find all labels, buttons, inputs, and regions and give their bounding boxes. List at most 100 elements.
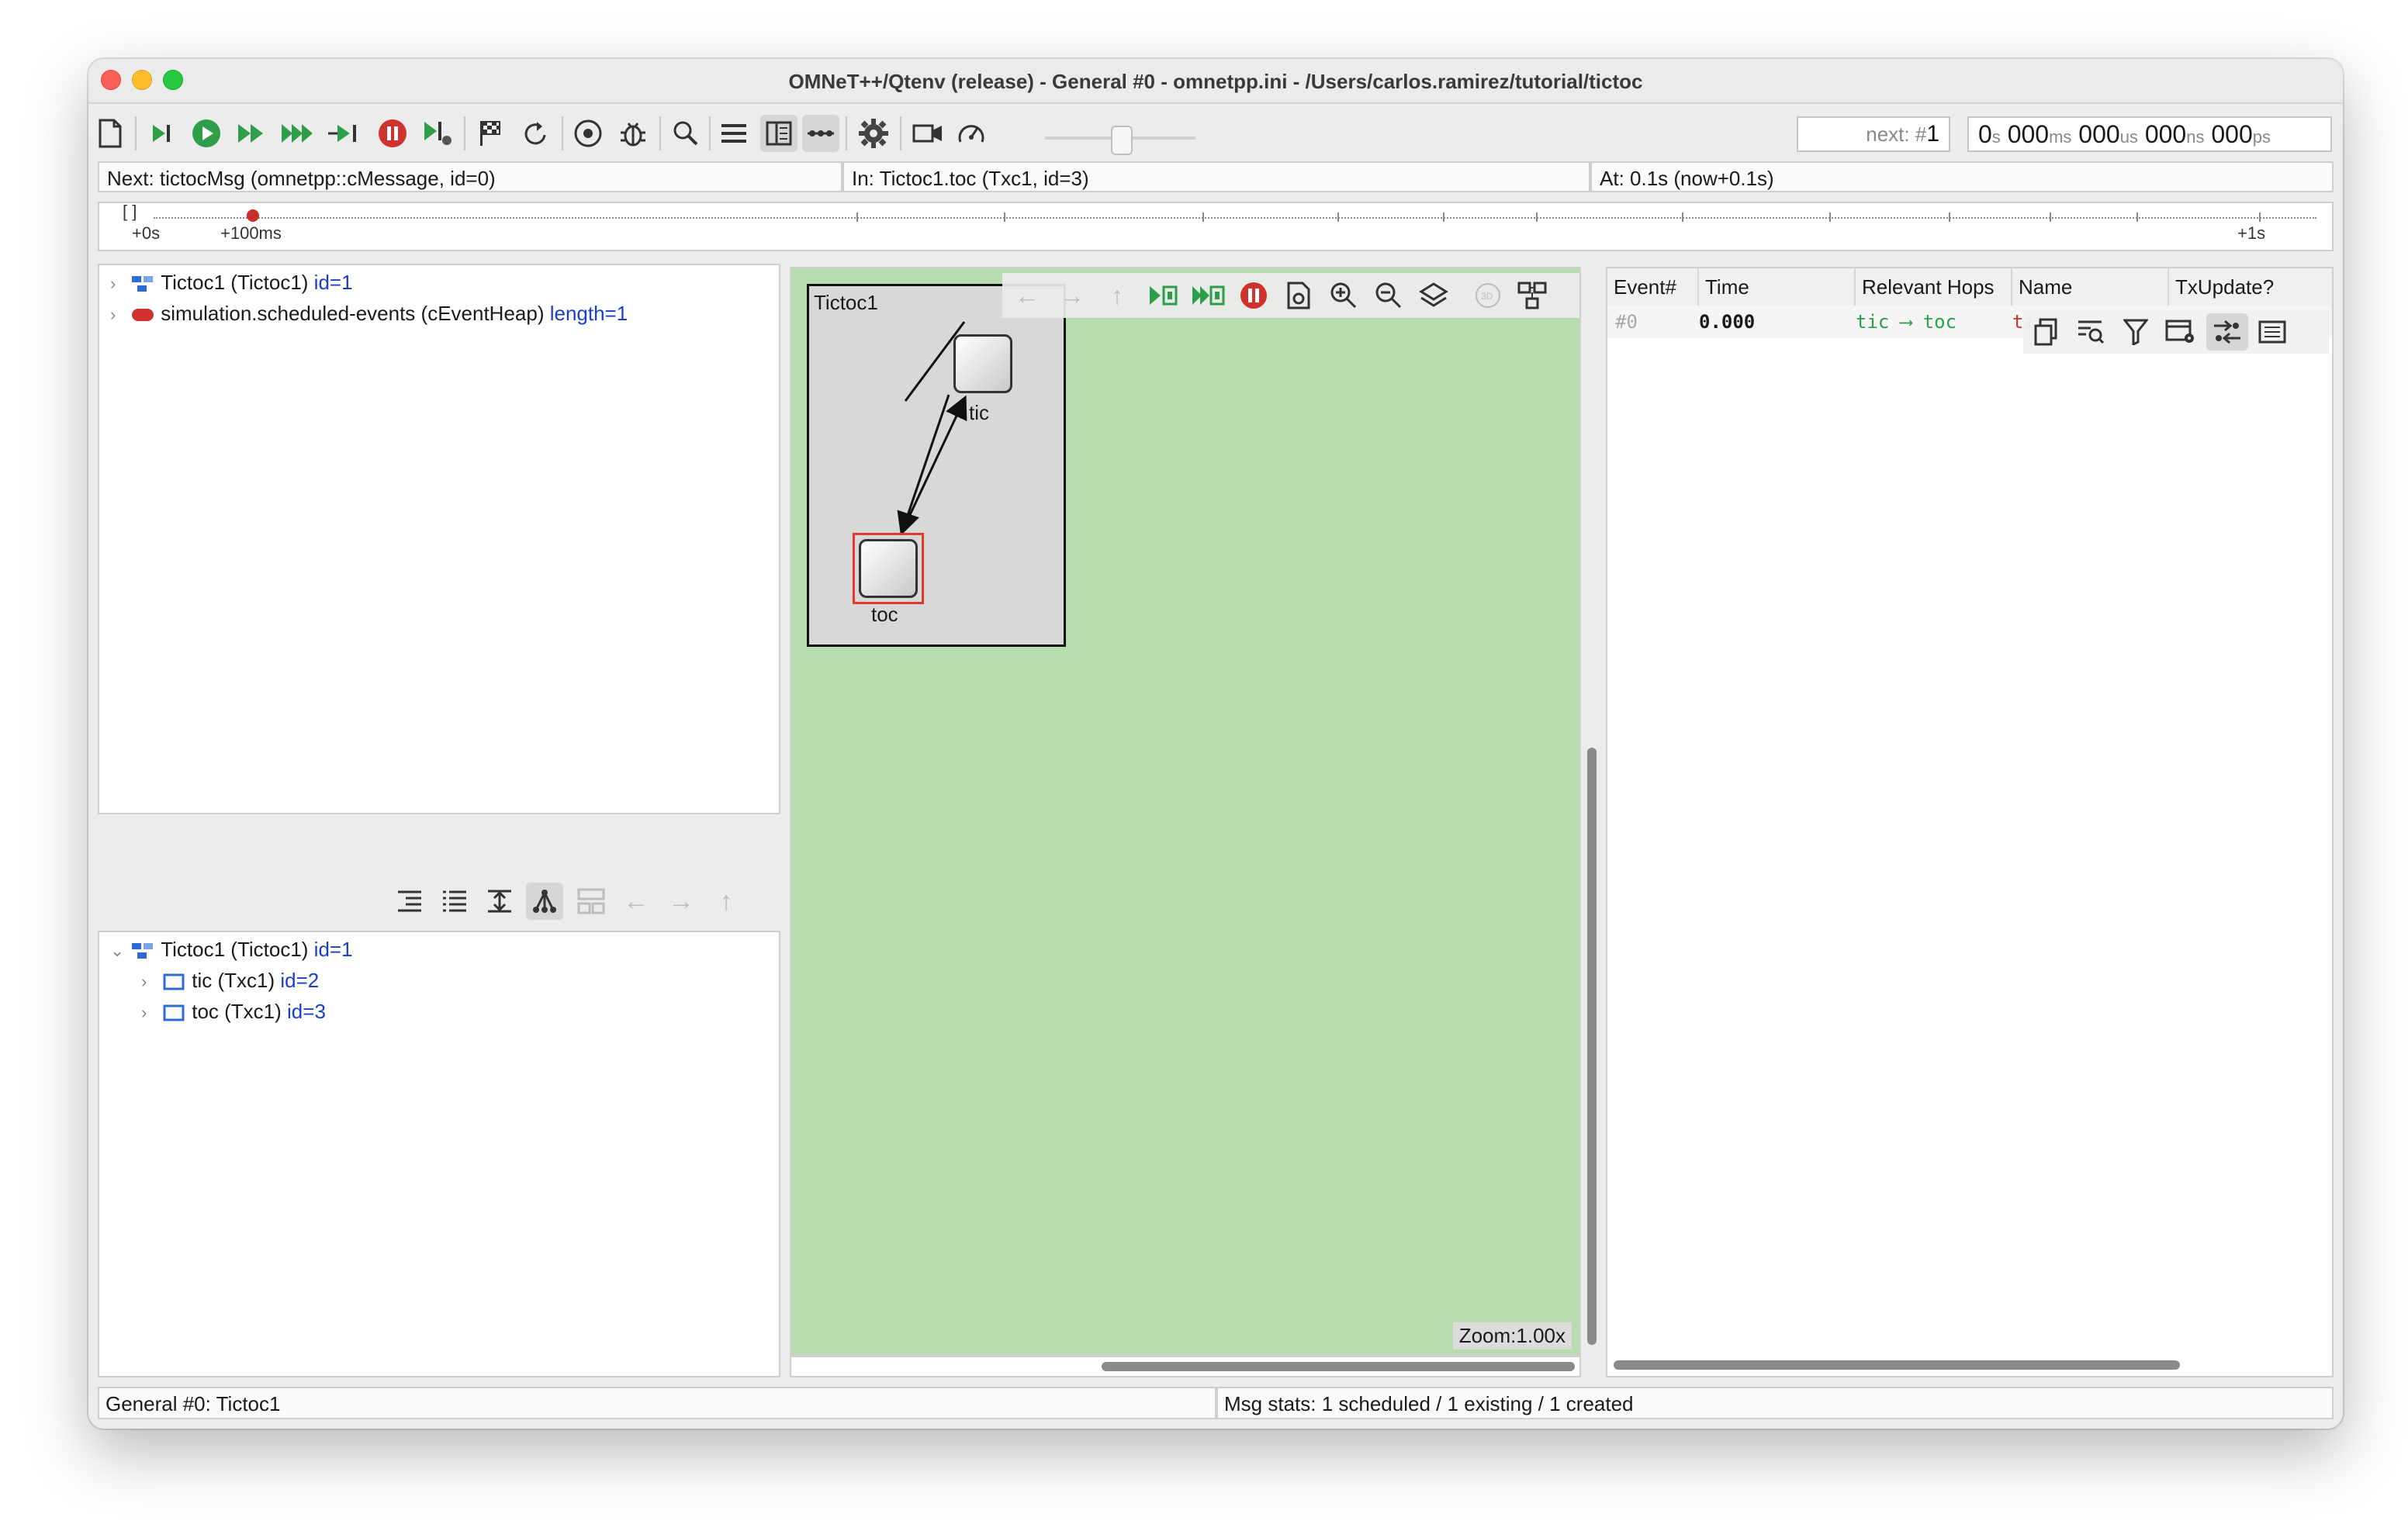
layout-split-icon[interactable]	[760, 115, 797, 152]
event-time: 0.000	[1699, 311, 1756, 333]
svg-text:3D: 3D	[1481, 291, 1493, 302]
event-number: #0	[1615, 311, 1638, 333]
canvas-horizontal-scrollbar[interactable]	[790, 1356, 1581, 1377]
status-msg-stats: Msg stats: 1 scheduled / 1 existing / 1 …	[1216, 1387, 2334, 1419]
express-run-icon[interactable]	[279, 115, 317, 152]
record-event-icon[interactable]	[569, 115, 607, 152]
layout-horizontal-icon[interactable]	[802, 115, 839, 152]
tree-item-scheduled-events[interactable]: › simulation.scheduled-events (cEventHea…	[110, 299, 628, 327]
connection-arrow	[897, 321, 967, 536]
chevron-right-icon[interactable]: ›	[141, 968, 157, 996]
run-icon[interactable]	[188, 115, 225, 152]
sort-icon[interactable]	[481, 883, 518, 920]
stop-icon[interactable]	[374, 115, 411, 152]
next-event-number: next: #1	[1797, 116, 1950, 152]
tree-mode-icon[interactable]	[526, 883, 563, 920]
toc-node-label: toc	[871, 603, 898, 626]
chevron-right-icon[interactable]: ›	[110, 301, 126, 329]
forward-arrow-icon[interactable]: →	[1052, 276, 1092, 315]
grid-view-icon[interactable]	[573, 883, 610, 920]
video-record-icon[interactable]	[909, 115, 946, 152]
chevron-right-icon[interactable]: ›	[141, 999, 157, 1027]
event-log-toolbar	[2023, 310, 2329, 354]
event-timeline[interactable]: [ ] +0s +100ms +1s	[98, 202, 2334, 251]
toc-node[interactable]	[859, 539, 918, 598]
up-arrow-icon[interactable]: ↑	[1097, 276, 1137, 315]
event-log-panel: Event# Time Relevant Hops Name TxUpdate?…	[1606, 267, 2334, 1377]
show-timeline-icon[interactable]	[715, 115, 752, 152]
object-inspector-panel: › Tictoc1 (Tictoc1) id=1 › simulation.sc…	[98, 264, 780, 814]
chevron-down-icon[interactable]: ⌄	[110, 937, 126, 965]
zoom-out-icon[interactable]	[1368, 276, 1409, 315]
fast-run-local-icon[interactable]	[1188, 276, 1229, 315]
finish-flag-icon[interactable]	[472, 115, 509, 152]
forward-arrow-icon[interactable]: →	[663, 883, 700, 920]
object-tree-toolbar: ← → ↑	[98, 875, 867, 931]
column-name[interactable]: Name	[2012, 268, 2169, 306]
next-module-info: In: Tictoc1.toc (Txc1, id=3)	[842, 161, 1590, 192]
list-view-icon[interactable]	[436, 883, 473, 920]
timeline-label-end: +1s	[2237, 223, 2266, 243]
layers-icon[interactable]	[1413, 276, 1454, 315]
zoom-level: Zoom:1.00x	[1452, 1322, 1572, 1350]
tree-item-toc[interactable]: › toc (Txc1) id=3	[141, 997, 326, 1025]
filter-icon[interactable]	[2115, 313, 2157, 351]
settings-gear-icon[interactable]	[855, 115, 892, 152]
debug-next-icon[interactable]	[419, 115, 456, 152]
stop-local-icon[interactable]	[1233, 276, 1274, 315]
collapse-all-icon[interactable]	[391, 883, 428, 920]
event-log-horizontal-scrollbar[interactable]	[1607, 1354, 2332, 1376]
column-time[interactable]: Time	[1699, 268, 1856, 306]
rebuild-icon[interactable]	[517, 115, 554, 152]
canvas-toolbar: ← → ↑ 3D	[1002, 273, 1579, 318]
find-objects-icon[interactable]	[667, 115, 704, 152]
tree-item-tic[interactable]: › tic (Txc1) id=2	[141, 966, 319, 994]
inspector-mode-icon[interactable]	[1513, 276, 1553, 315]
next-time-info: At: 0.1s (now+0.1s)	[1590, 161, 2334, 192]
animation-speed-slider-handle[interactable]	[1111, 126, 1133, 155]
back-arrow-icon[interactable]: ←	[1007, 276, 1047, 315]
timeline-label-start: +0s	[132, 223, 161, 243]
event-heap-icon	[132, 309, 154, 322]
network-canvas[interactable]: Tictoc1 tic toc ← → ↑ 3D Zoom:1.00x	[790, 267, 1581, 1356]
debug-bug-icon[interactable]	[614, 115, 652, 152]
run-local-icon[interactable]	[1143, 276, 1184, 315]
timeline-label-100ms: +100ms	[220, 223, 282, 243]
run-until-icon[interactable]	[326, 115, 363, 152]
log-settings-icon[interactable]	[2160, 313, 2202, 351]
fast-run-icon[interactable]	[233, 115, 270, 152]
event-hops: tic ⟶ toc	[1856, 311, 1957, 333]
step-icon[interactable]	[143, 115, 180, 152]
timeline-bracket: [ ]	[123, 202, 137, 221]
messages-mode-icon[interactable]	[2206, 313, 2248, 351]
timeline-event-marker[interactable]	[247, 209, 259, 222]
new-run-icon[interactable]	[92, 115, 129, 152]
tic-node-label: tic	[969, 401, 989, 424]
back-arrow-icon[interactable]: ←	[618, 883, 655, 920]
qtenv-window: OMNeT++/Qtenv (release) - General #0 - o…	[88, 59, 2343, 1429]
copy-icon[interactable]	[2025, 313, 2067, 351]
column-txupdate[interactable]: TxUpdate?	[2169, 268, 2332, 306]
tree-item-tictoc1[interactable]: ⌄ Tictoc1 (Tictoc1) id=1	[110, 935, 353, 963]
find-in-log-icon[interactable]	[2070, 313, 2112, 351]
animation-speed-icon[interactable]	[953, 115, 990, 152]
tic-node[interactable]	[953, 334, 1012, 393]
tree-item-tictoc1[interactable]: › Tictoc1 (Tictoc1) id=1	[110, 268, 353, 296]
column-event-number[interactable]: Event#	[1607, 268, 1699, 306]
log-view-mode-icon[interactable]	[2251, 313, 2293, 351]
chevron-right-icon[interactable]: ›	[110, 270, 126, 298]
timeline-axis	[154, 217, 2316, 219]
relayout-icon[interactable]	[1278, 276, 1319, 315]
canvas-vertical-scrollbar[interactable]	[1584, 267, 1601, 1356]
network-module-icon	[132, 276, 154, 292]
title-bar: OMNeT++/Qtenv (release) - General #0 - o…	[88, 59, 2343, 104]
up-arrow-icon[interactable]: ↑	[708, 883, 745, 920]
event-log-header: Event# Time Relevant Hops Name TxUpdate?	[1607, 268, 2332, 307]
zoom-in-icon[interactable]	[1323, 276, 1364, 315]
window-title: OMNeT++/Qtenv (release) - General #0 - o…	[788, 70, 1643, 93]
network-module-icon	[132, 943, 154, 959]
status-config: General #0: Tictoc1	[98, 1387, 1216, 1419]
column-relevant-hops[interactable]: Relevant Hops	[1856, 268, 2012, 306]
network-compound-module[interactable]: Tictoc1 tic toc	[807, 284, 1066, 647]
3d-view-icon[interactable]: 3D	[1468, 276, 1508, 315]
